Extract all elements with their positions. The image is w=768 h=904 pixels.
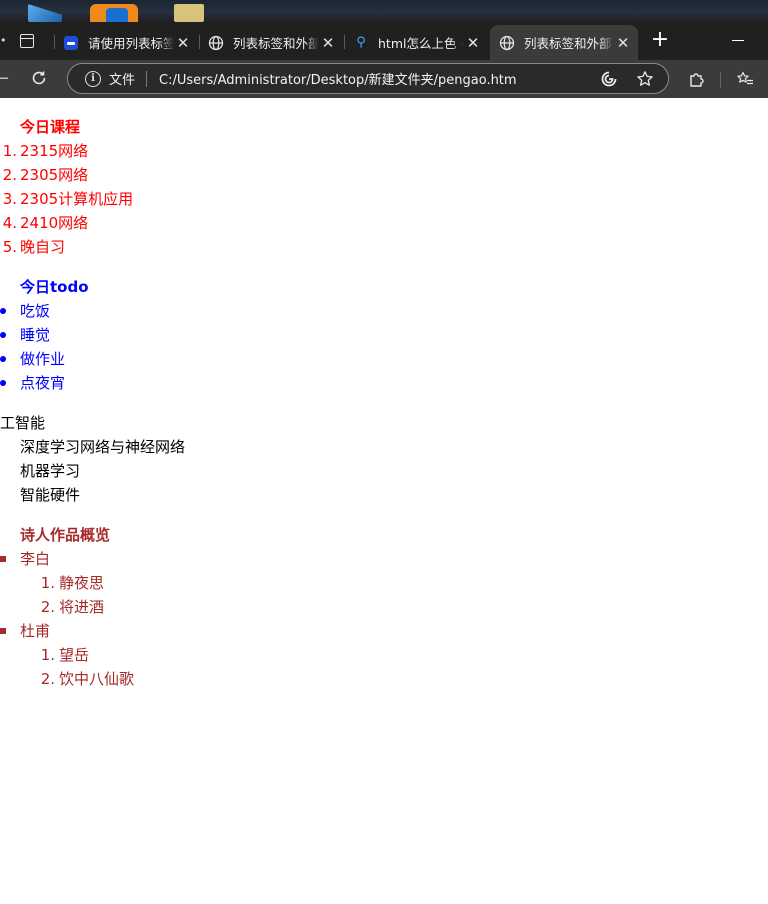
minimize-icon[interactable] <box>732 40 744 41</box>
list-marker: 1. <box>40 574 55 592</box>
back-icon[interactable]: ← <box>0 68 9 89</box>
course-text: 晚自习 <box>20 238 66 256</box>
browser-toolbar: ← i 文件 C:/Users/Administrator/Desktop/新建… <box>0 60 768 98</box>
window-menu-icon[interactable]: • <box>0 34 7 47</box>
square-bullet-icon <box>0 556 6 562</box>
todo-caption: 今日todo <box>20 278 89 296</box>
favorites-button[interactable] <box>734 68 756 90</box>
definition-description: 智能硬件 <box>20 486 81 504</box>
favorite-star-icon[interactable] <box>636 70 654 88</box>
bullet-icon <box>0 380 6 386</box>
bullet-icon <box>0 308 6 314</box>
list-marker: 4. <box>2 214 17 232</box>
course-text: 2315网络 <box>20 142 89 160</box>
work-title: 将进酒 <box>59 598 105 616</box>
list-marker: 5. <box>2 238 17 256</box>
blue-page-icon <box>63 35 79 51</box>
desktop-folder-icon[interactable] <box>174 4 204 22</box>
desktop-background <box>0 0 768 22</box>
definition-description: 机器学习 <box>20 462 81 480</box>
reload-icon <box>32 71 46 85</box>
tab-actions-button[interactable] <box>14 29 40 53</box>
search-icon: ⚲ <box>356 35 366 50</box>
list-marker: 2. <box>2 166 17 184</box>
todo-text: 睡觉 <box>20 326 51 344</box>
tab-title: html怎么上色 - <box>378 36 464 51</box>
bullet-icon <box>0 332 6 338</box>
poet-name: 李白 <box>20 550 51 568</box>
puzzle-icon <box>690 73 704 87</box>
square-bullet-icon <box>0 628 6 634</box>
courses-caption: 今日课程 <box>20 118 81 136</box>
close-icon[interactable]: ✕ <box>614 34 632 52</box>
work-title: 饮中八仙歌 <box>59 670 135 688</box>
tab-title: 列表标签和外部 <box>524 36 612 51</box>
list-marker: 1. <box>40 646 55 664</box>
list-marker: 1. <box>2 142 17 160</box>
tab-strip: • 请使用列表标签 ✕ 列表标签和外部 ✕ ⚲ html怎么上色 - ✕ 列表标… <box>0 22 768 60</box>
desktop-app-icon[interactable] <box>90 4 138 22</box>
close-icon[interactable]: ✕ <box>464 34 482 52</box>
globe-icon <box>499 35 515 51</box>
tab-title: 列表标签和外部 <box>233 36 319 51</box>
tab-4-active[interactable]: 列表标签和外部 ✕ <box>490 25 638 60</box>
info-icon[interactable]: i <box>85 70 101 87</box>
globe-icon <box>208 35 224 51</box>
definition-description: 深度学习网络与神经网络 <box>20 438 186 456</box>
work-title: 望岳 <box>59 646 90 664</box>
page-content: 今日课程 1. 2315网络 2. 2305网络 3. 2305计算机应用 4.… <box>0 98 768 904</box>
todo-text: 吃饭 <box>20 302 51 320</box>
course-text: 2410网络 <box>20 214 89 232</box>
desktop-shortcut-icon[interactable] <box>28 4 62 22</box>
extensions-button[interactable] <box>686 68 708 90</box>
address-bar[interactable]: i 文件 C:/Users/Administrator/Desktop/新建文件… <box>67 63 669 94</box>
todo-text: 点夜宵 <box>20 374 66 392</box>
poet-name: 杜甫 <box>20 622 51 640</box>
list-marker: 3. <box>2 190 17 208</box>
list-marker: 2. <box>40 670 55 688</box>
todo-text: 做作业 <box>20 350 66 368</box>
work-title: 静夜思 <box>59 574 105 592</box>
definition-term: 工智能 <box>0 414 46 432</box>
tab-title: 请使用列表标签 <box>88 36 174 51</box>
read-aloud-icon[interactable] <box>600 70 618 88</box>
scheme-label: 文件 <box>109 73 136 88</box>
tab-2[interactable]: 列表标签和外部 ✕ <box>199 25 343 60</box>
course-text: 2305计算机应用 <box>20 190 134 208</box>
list-marker: 2. <box>40 598 55 616</box>
bullet-icon <box>0 356 6 362</box>
tab-3[interactable]: ⚲ html怎么上色 - ✕ <box>344 25 488 60</box>
toolbar-separator <box>720 72 721 88</box>
address-separator <box>146 70 148 87</box>
poets-caption: 诗人作品概览 <box>20 526 111 544</box>
reload-button[interactable] <box>28 67 50 89</box>
url-text[interactable]: C:/Users/Administrator/Desktop/新建文件夹/pen… <box>159 69 600 88</box>
course-text: 2305网络 <box>20 166 89 184</box>
close-icon[interactable]: ✕ <box>319 34 337 52</box>
tab-actions-icon <box>20 34 34 48</box>
new-tab-button[interactable]: + <box>648 29 672 53</box>
tab-1[interactable]: 请使用列表标签 ✕ <box>54 25 198 60</box>
close-icon[interactable]: ✕ <box>174 34 192 52</box>
favorites-list-icon <box>737 71 753 85</box>
